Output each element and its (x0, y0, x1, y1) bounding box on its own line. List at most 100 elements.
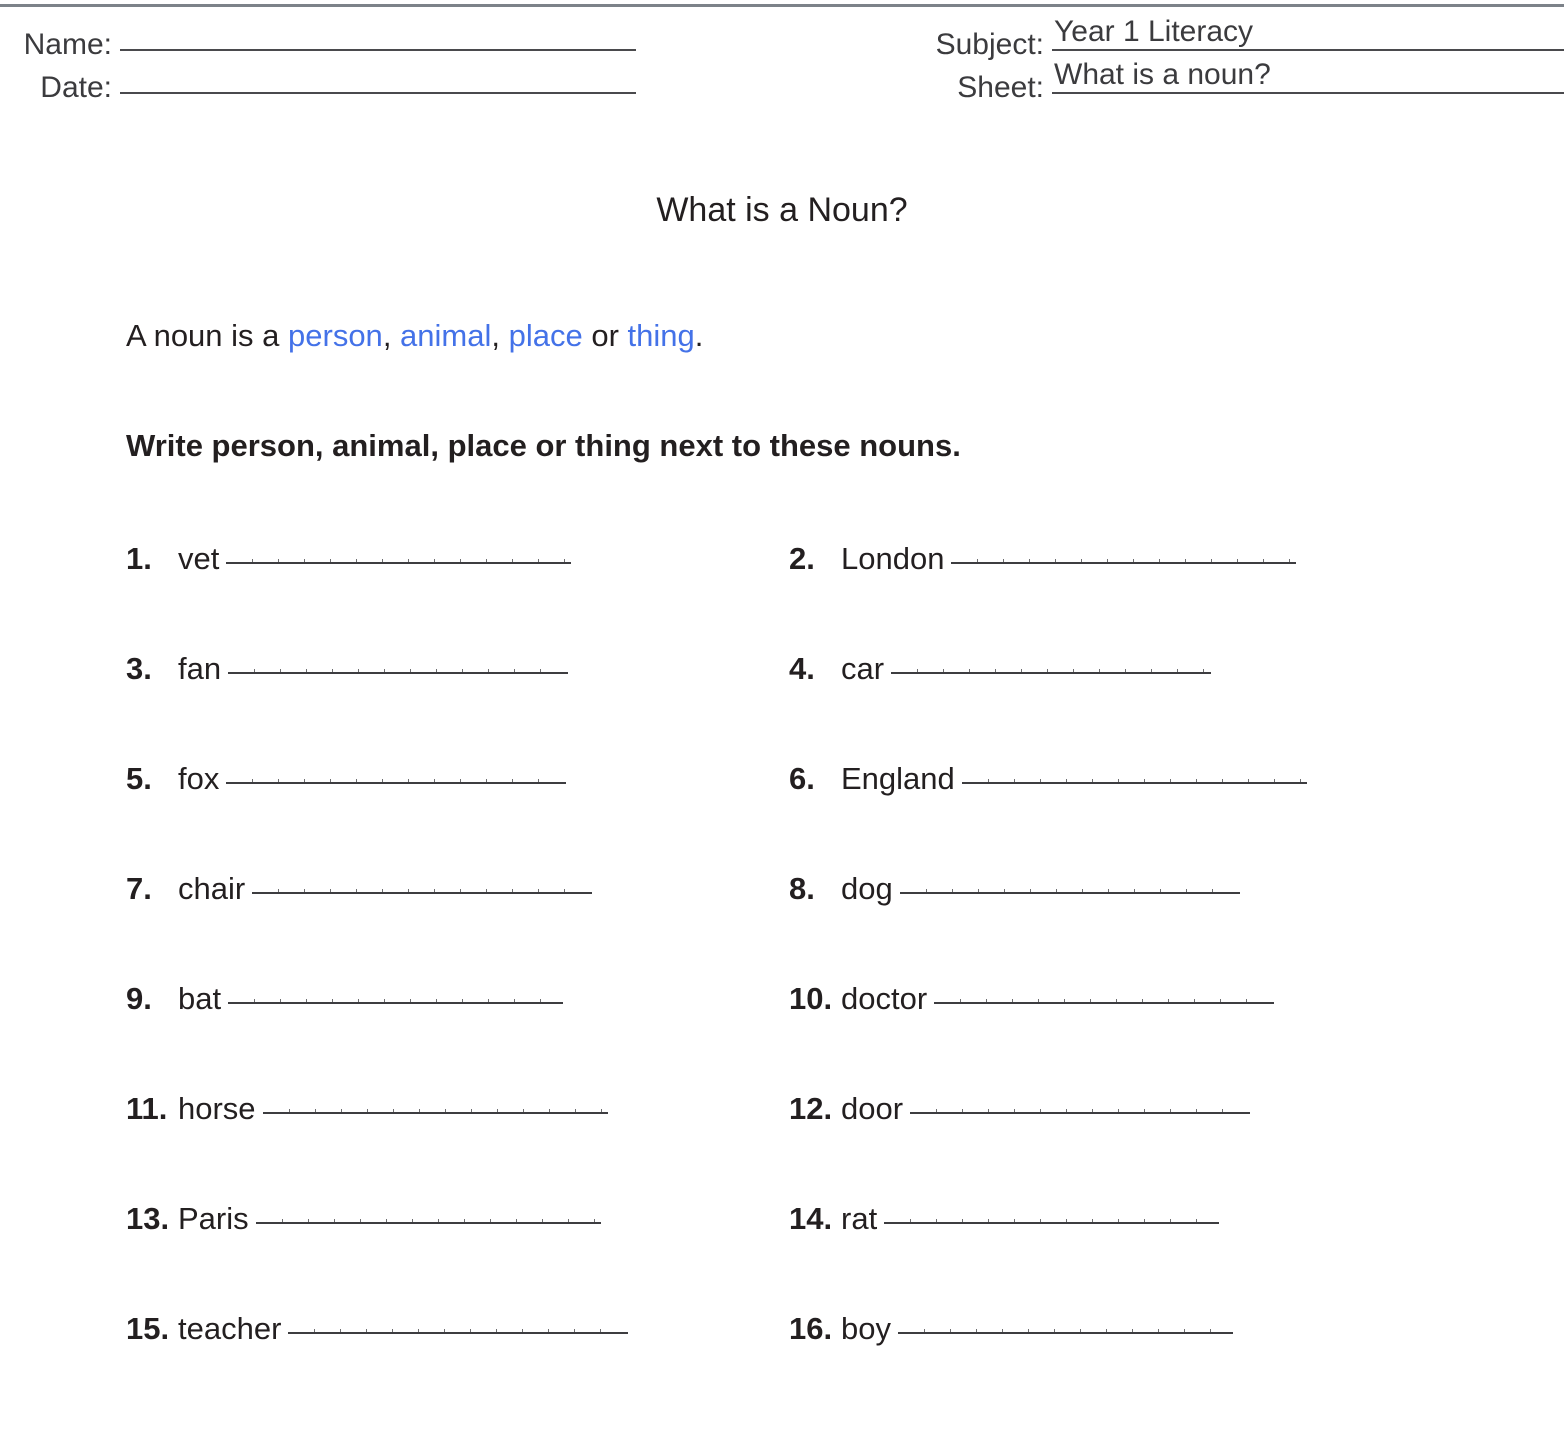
question-noun: horse (178, 1091, 256, 1126)
answer-rule-tick (986, 999, 988, 1004)
answer-rule-tick (1029, 559, 1031, 564)
question-noun: rat (841, 1201, 878, 1236)
answer-rule-tick (1221, 779, 1223, 784)
answer-rule-tick (437, 1219, 439, 1224)
question-row: 15. teacher 16. boy (0, 1299, 1564, 1409)
answer-blank[interactable] (951, 529, 1297, 569)
subject-rule (1052, 49, 1564, 51)
answer-rule-tick (1289, 559, 1291, 564)
answer-rule-tick (1169, 779, 1171, 784)
answer-rule-tick (330, 889, 332, 894)
answer-rule-tick (1209, 1329, 1211, 1334)
answer-rule-tick (1157, 1329, 1159, 1334)
answer-rule-tick (384, 669, 386, 674)
date-label: Date: (40, 71, 112, 104)
answer-rule-tick (410, 999, 412, 1004)
answer-rule-tick (600, 1329, 602, 1334)
answer-rule (252, 892, 593, 894)
definition-separator-1: , (382, 318, 401, 353)
answer-blank[interactable] (910, 1079, 1251, 1119)
answer-rule-tick (384, 999, 386, 1004)
question-noun: England (841, 761, 955, 796)
answer-rule-tick (975, 1329, 977, 1334)
answer-rule-tick (1196, 1219, 1198, 1224)
question-item-6: 6. England (789, 749, 1349, 799)
question-item-15: 15. teacher (126, 1299, 666, 1349)
answer-rule-tick (1081, 889, 1083, 894)
answer-rule-tick (1220, 999, 1222, 1004)
answer-blank[interactable] (961, 749, 1307, 789)
question-number: 8. (789, 871, 815, 906)
answer-blank[interactable] (252, 859, 593, 899)
answer-rule-tick (306, 999, 308, 1004)
question-item-4: 4. car (789, 639, 1349, 689)
answer-rule-tick (340, 1109, 342, 1114)
question-row: 1. vet 2. London (0, 529, 1564, 639)
answer-blank[interactable] (228, 639, 569, 679)
question-number: 2. (789, 541, 815, 576)
answer-blank[interactable] (891, 639, 1212, 679)
answer-rule-tick (1092, 1109, 1094, 1114)
answer-rule-tick (314, 1109, 316, 1114)
question-item-10: 10. doctor (789, 969, 1349, 1019)
answer-rule-tick (463, 1219, 465, 1224)
answer-blank[interactable] (228, 969, 564, 1009)
answer-rule-tick (512, 889, 514, 894)
answer-blank[interactable] (288, 1299, 629, 1339)
definition-suffix: . (694, 318, 704, 353)
subject-input-blank[interactable]: Year 1 Literacy (1052, 14, 1564, 54)
question-number: 3. (126, 651, 152, 686)
answer-rule-tick (304, 779, 306, 784)
answer-rule-tick (1001, 1329, 1003, 1334)
answer-rule-tick (304, 559, 306, 564)
answer-rule-tick (936, 1109, 938, 1114)
answer-blank[interactable] (255, 1189, 601, 1229)
answer-blank[interactable] (226, 749, 567, 789)
answer-rule-tick (936, 1219, 938, 1224)
answer-rule-tick (1038, 999, 1040, 1004)
question-number: 7. (126, 871, 152, 906)
answer-blank[interactable] (884, 1189, 1220, 1229)
date-input-blank[interactable] (120, 57, 636, 97)
answer-rule (891, 672, 1212, 674)
answer-rule-tick (382, 559, 384, 564)
answer-rule-tick (254, 669, 256, 674)
answer-rule-tick (540, 669, 542, 674)
answer-rule-tick (434, 559, 436, 564)
answer-rule-tick (512, 779, 514, 784)
answer-rule-tick (1144, 1109, 1146, 1114)
answer-rule-tick (1064, 999, 1066, 1004)
answer-blank[interactable] (934, 969, 1275, 1009)
answer-rule-tick (314, 1329, 316, 1334)
question-item-2: 2. London (789, 529, 1349, 579)
question-row: 7. chair 8. dog (0, 859, 1564, 969)
name-input-blank[interactable] (120, 14, 636, 54)
answer-rule-tick (1125, 669, 1127, 674)
answer-blank[interactable] (226, 529, 572, 569)
sheet-input-blank[interactable]: What is a noun? (1052, 57, 1564, 97)
answer-rule-tick (977, 559, 979, 564)
answer-rule-tick (1107, 559, 1109, 564)
answer-rule-tick (538, 889, 540, 894)
question-number: 16. (789, 1311, 833, 1346)
definition-prefix: A noun is a (126, 318, 289, 353)
answer-rule-tick (987, 779, 989, 784)
answer-rule-tick (564, 889, 566, 894)
answer-blank[interactable] (897, 1299, 1233, 1339)
answer-rule-tick (359, 1219, 361, 1224)
answer-rule-tick (995, 669, 997, 674)
answer-rule-tick (1065, 779, 1067, 784)
answer-rule-tick (1118, 1219, 1120, 1224)
answer-rule-tick (460, 889, 462, 894)
answer-blank[interactable] (899, 859, 1240, 899)
date-field-row: Date: (0, 57, 640, 104)
definition-keyword-place: place (508, 318, 583, 353)
answer-rule-tick (923, 1329, 925, 1334)
answer-blank[interactable] (262, 1079, 608, 1119)
question-noun: fox (178, 761, 220, 796)
sheet-value: What is a noun? (1054, 58, 1271, 91)
answer-rule-tick (288, 1109, 290, 1114)
subject-field-row: Subject: Year 1 Literacy (890, 14, 1564, 61)
question-number: 13. (126, 1201, 170, 1236)
answer-rule-tick (910, 1219, 912, 1224)
